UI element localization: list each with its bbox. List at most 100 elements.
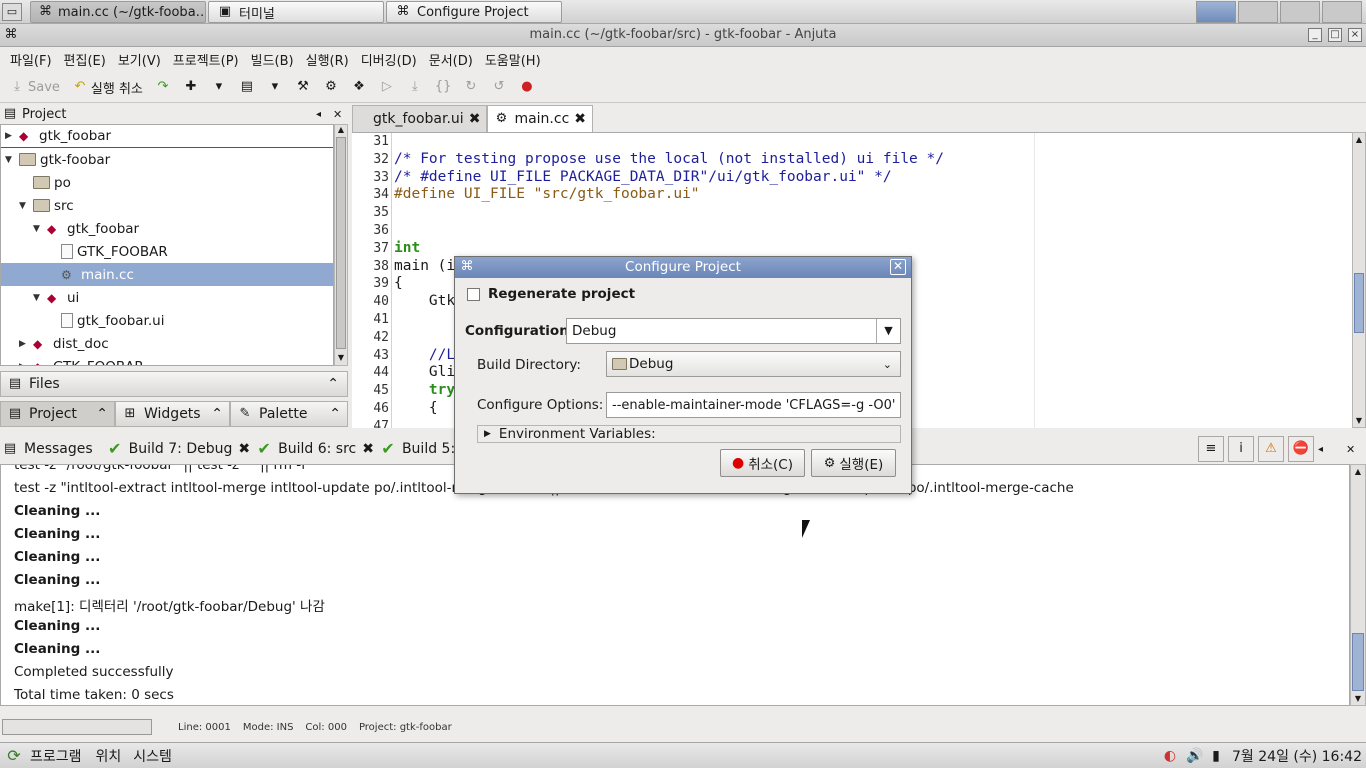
task-configure-project[interactable]: ⌘ Configure Project [386, 1, 562, 23]
tab-build-7[interactable]: Build 7: Debug [129, 441, 233, 457]
configure-button[interactable]: ❖ [348, 74, 370, 100]
tree-item[interactable]: ▼ src [1, 194, 333, 217]
tree-item[interactable]: ▶ ◆ gtk_foobar [1, 125, 333, 148]
tab-main-cc[interactable]: ⚙ main.cc ✖ [487, 105, 593, 132]
widgets-icon: ⊞ [124, 406, 136, 421]
tree-item[interactable]: GTK_FOOBAR [1, 240, 333, 263]
menu-run[interactable]: 실행(R) [300, 50, 355, 69]
network-icon[interactable]: ▮ [1208, 748, 1224, 764]
close-icon[interactable]: ✖ [362, 441, 374, 457]
places-menu[interactable]: 위치 [96, 746, 122, 766]
expander-arrow-icon[interactable]: ▼ [33, 293, 43, 303]
close-icon[interactable]: × [1348, 28, 1362, 42]
menu-debug[interactable]: 디버깅(D) [355, 50, 423, 69]
input-method-icon[interactable]: ◐ [1162, 748, 1178, 764]
expander-arrow-icon[interactable]: ▼ [33, 224, 43, 234]
tree-item[interactable]: po [1, 171, 333, 194]
workspace-2[interactable] [1238, 1, 1278, 23]
expander-arrow-icon[interactable]: ▶ [19, 339, 29, 349]
task-terminal[interactable]: ▣ 터미널 [208, 1, 384, 23]
menu-edit[interactable]: 편집(E) [58, 50, 112, 69]
step-out-button[interactable]: ↺ [488, 74, 510, 100]
detach-icon[interactable]: ◂ [316, 109, 321, 120]
close-icon[interactable]: ✖ [469, 111, 481, 127]
project-tree[interactable]: ▶ ◆ gtk_foobar ▼ gtk-foobar po ▼ src ▼ ◆ gtk_fooba… [0, 124, 334, 366]
new-file-button[interactable]: ✚ [180, 74, 202, 100]
code-line: int [394, 239, 421, 256]
tree-item-label: dist_doc [53, 335, 109, 352]
build-button[interactable]: ⚒ [292, 74, 314, 100]
step-over-button[interactable]: ↻ [460, 74, 482, 100]
tab-palette[interactable]: ✎ Palette ⌃ [230, 401, 348, 427]
configuration-combo[interactable]: Debug ▼ [566, 318, 901, 344]
folder-icon [612, 358, 627, 370]
warning-icon[interactable]: ⚠ [1258, 436, 1284, 462]
detach-icon[interactable]: ◂ [1318, 444, 1323, 455]
system-menu[interactable]: 시스템 [133, 746, 172, 766]
close-icon[interactable]: ✕ [1346, 443, 1355, 456]
close-icon[interactable]: ✖ [238, 441, 250, 457]
menu-help[interactable]: 도움말(H) [479, 50, 547, 69]
chevron-down-icon[interactable]: ▼ [876, 319, 900, 343]
tree-item[interactable]: ▼ gtk-foobar [1, 148, 333, 171]
tree-item[interactable]: ▼ ◆ gtk_foobar [1, 217, 333, 240]
open-button[interactable]: ▤ [236, 74, 258, 100]
menu-documents[interactable]: 문서(D) [423, 50, 479, 69]
applications-menu[interactable]: 프로그램 [30, 746, 82, 766]
undo-button[interactable]: ↶ 실행 취소 [69, 74, 146, 100]
menu-build[interactable]: 빌드(B) [245, 50, 300, 69]
close-icon[interactable]: ✕ [333, 108, 342, 121]
execute-button[interactable]: ⚙ 실행(E) [811, 449, 896, 477]
step-into-button[interactable]: {} [432, 74, 454, 100]
step-button[interactable]: ⤓ [404, 74, 426, 100]
messages-scrollbar[interactable]: ▲ ▼ [1350, 464, 1366, 706]
tree-item[interactable]: ⚙ main.cc [1, 263, 333, 286]
volume-icon[interactable]: 🔊 [1186, 748, 1203, 764]
expander-arrow-icon[interactable]: ▼ [5, 155, 15, 165]
editor-scrollbar[interactable]: ▲ ▼ [1352, 132, 1366, 428]
tree-item[interactable]: ▶ ◆ dist_doc [1, 332, 333, 355]
menu-view[interactable]: 보기(V) [112, 50, 167, 69]
redo-button[interactable]: ↷ [152, 74, 174, 100]
breakpoint-button[interactable]: ● [516, 74, 538, 100]
expander-arrow-icon[interactable]: ▶ [19, 362, 29, 366]
messages-view[interactable]: test -z "/root/gtk-foobar" || test -z ""… [0, 464, 1350, 706]
cancel-button[interactable]: ● 취소(C) [720, 449, 805, 477]
tree-item[interactable]: ▶ ◆ GTK_FOOBAR [1, 355, 333, 366]
save-button[interactable]: ⤓ Save [6, 74, 63, 100]
regenerate-checkbox[interactable] [467, 287, 480, 301]
workspace-4[interactable] [1322, 1, 1362, 23]
workspace-3[interactable] [1280, 1, 1320, 23]
show-desktop-icon[interactable]: ▭ [2, 3, 22, 21]
build-project-button[interactable]: ⚙ [320, 74, 342, 100]
task-main-cc[interactable]: ⌘ main.cc (~/gtk-fooba… [30, 1, 206, 23]
close-icon[interactable]: ✖ [574, 111, 586, 127]
normal-messages-icon[interactable]: ≡ [1198, 436, 1224, 462]
new-dropdown-button[interactable]: ▾ [208, 74, 230, 100]
files-pane-bar[interactable]: ▤ Files ⌃ [0, 371, 348, 397]
menu-project[interactable]: 프로젝트(P) [167, 50, 245, 69]
error-icon[interactable]: ⛔ [1288, 436, 1314, 462]
minimize-icon[interactable]: _ [1308, 28, 1322, 42]
project-tree-scrollbar[interactable]: ▲ ▼ [334, 124, 348, 366]
close-icon[interactable]: ✕ [890, 259, 906, 275]
maximize-icon[interactable]: □ [1328, 28, 1342, 42]
menu-file[interactable]: 파일(F) [4, 50, 58, 69]
run-button[interactable]: ▷ [376, 74, 398, 100]
tree-item[interactable]: gtk_foobar.ui [1, 309, 333, 332]
tab-project[interactable]: ▤ Project ⌃ [0, 401, 115, 427]
build-directory-chooser[interactable]: Debug ⌄ [606, 351, 901, 377]
tab-build-6[interactable]: Build 6: src [278, 441, 356, 457]
workspace-1[interactable] [1196, 1, 1236, 23]
configure-options-input[interactable]: --enable-maintainer-mode 'CFLAGS=-g -O0'… [606, 392, 901, 418]
environment-variables-expander[interactable]: ▶ Environment Variables: [477, 425, 901, 443]
info-messages-icon[interactable]: i [1228, 436, 1254, 462]
code-line: /* #define UI_FILE PACKAGE_DATA_DIR"/ui/… [394, 168, 892, 185]
tab-widgets[interactable]: ⊞ Widgets ⌃ [115, 401, 230, 427]
open-dropdown-button[interactable]: ▾ [264, 74, 286, 100]
tree-item[interactable]: ▼ ◆ ui [1, 286, 333, 309]
expander-arrow-icon[interactable]: ▶ [5, 131, 15, 141]
expander-arrow-icon[interactable]: ▼ [19, 201, 29, 211]
tab-gtk-foobar-ui[interactable]: gtk_foobar.ui ✖ [352, 105, 488, 132]
clock[interactable]: 7월 24일 (수) 16:42 [1232, 746, 1362, 766]
